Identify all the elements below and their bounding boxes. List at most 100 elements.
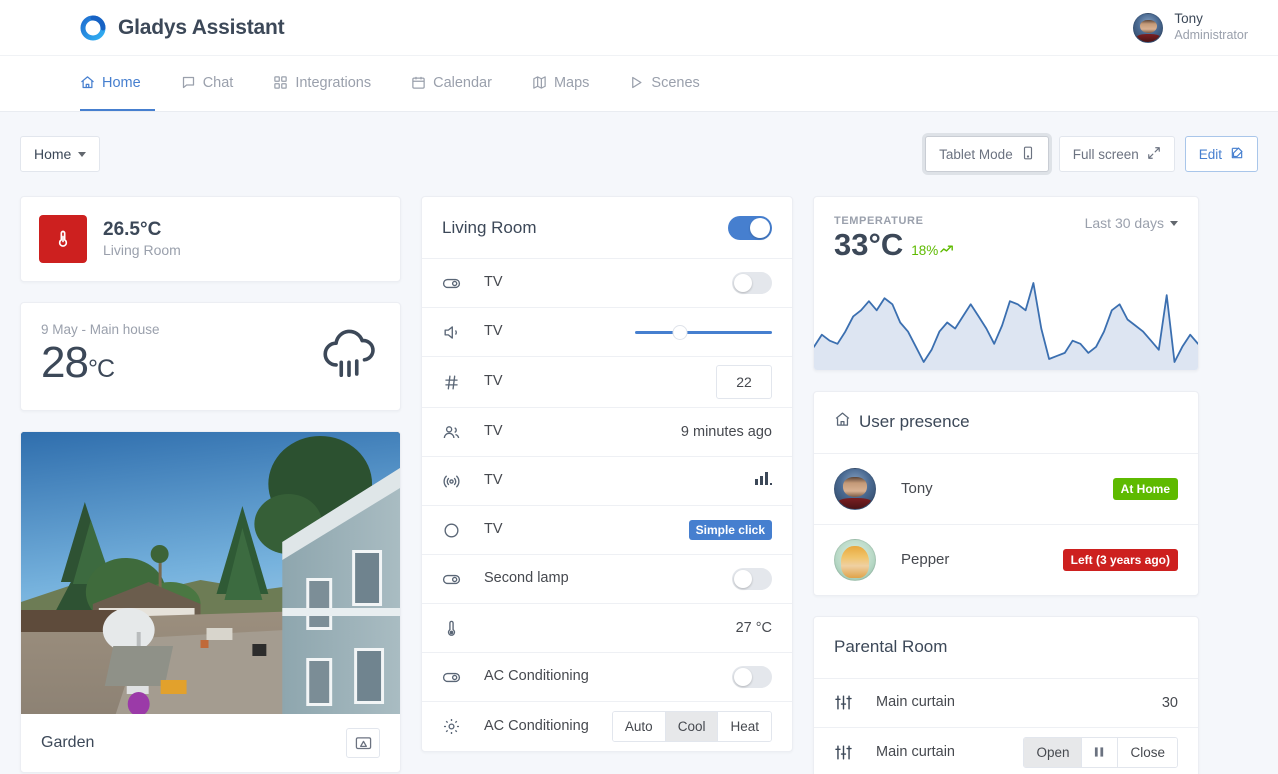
pause-icon[interactable] [1082, 737, 1119, 767]
chart-delta: 18% [911, 243, 955, 259]
nav-item-chat[interactable]: Chat [167, 56, 248, 111]
home-icon [80, 75, 95, 90]
nav-item-home[interactable]: Home [80, 56, 155, 111]
chart-header: TEMPERATURE 33°C 18% Last 30 days [814, 197, 1198, 263]
cast-icon[interactable] [346, 728, 380, 758]
chevron-down-icon [1170, 220, 1178, 226]
presence-row[interactable]: Pepper Left (3 years ago) [814, 525, 1198, 595]
device-toggle[interactable] [732, 568, 772, 590]
toggle-knob [734, 274, 752, 292]
living-room-master-toggle[interactable] [728, 215, 772, 240]
status-badge: Left (3 years ago) [1062, 548, 1178, 571]
user-menu[interactable]: Tony Administrator [1133, 11, 1248, 44]
number-input[interactable]: 22 [716, 365, 772, 399]
dashboard-selector[interactable]: Home [20, 136, 101, 172]
device-label: TV [484, 472, 503, 489]
top-header: Gladys Assistant Tony Administrator [0, 0, 1278, 56]
device-control [732, 666, 772, 688]
user-role: Administrator [1174, 28, 1248, 43]
weather-temp-value: 28 [41, 337, 89, 387]
chat-icon [181, 75, 196, 90]
camera-name: Garden [41, 734, 95, 751]
temperature-room: Living Room [103, 242, 181, 259]
device-row: Second lamp [422, 555, 792, 604]
device-control: 27 °C [736, 620, 772, 636]
device-control: 22 [716, 365, 772, 399]
chart-summary: TEMPERATURE 33°C 18% [834, 215, 1085, 263]
slider-knob[interactable] [672, 324, 688, 340]
nav-item-scenes[interactable]: Scenes [615, 56, 713, 111]
ac-mode-heat[interactable]: Heat [718, 712, 771, 741]
dashboard-selector-label: Home [34, 146, 72, 162]
device-row: Main curtain 30 [814, 679, 1198, 728]
sliders-icon [834, 693, 876, 712]
weather-tile[interactable]: 9 May - Main house 28°C [21, 303, 400, 410]
device-value: 27 °C [735, 620, 772, 636]
broadcast-icon [442, 472, 484, 491]
presence-title: User presence [859, 412, 970, 432]
signal-bars-icon [755, 471, 772, 491]
toggle-knob [734, 668, 752, 686]
dashboard-page: Home Tablet Mode Full screen Edit 26.5°C… [0, 112, 1278, 774]
slider-track [635, 330, 772, 334]
temperature-chart-card: TEMPERATURE 33°C 18% Last 30 days [813, 196, 1199, 371]
user-info: Tony Administrator [1174, 11, 1248, 44]
nav-item-maps[interactable]: Maps [518, 56, 603, 111]
device-value: 9 minutes ago [680, 424, 772, 440]
chart-delta-text: 18% [911, 243, 939, 258]
chart-value: 33°C [834, 227, 904, 262]
user-presence-card: User presence Tony At Home Pepper Left (… [813, 390, 1199, 596]
temperature-tile[interactable]: 26.5°C Living Room [21, 197, 400, 281]
nav-item-integrations[interactable]: Integrations [259, 56, 385, 111]
brand[interactable]: Gladys Assistant [80, 15, 285, 41]
device-label: TV [484, 423, 503, 440]
presence-name: Pepper [901, 551, 950, 569]
chart-range-selector[interactable]: Last 30 days [1085, 215, 1178, 231]
device-row: TV Simple click [422, 506, 792, 555]
device-row: TV [422, 308, 792, 357]
switch-icon [442, 570, 484, 589]
device-toggle[interactable] [732, 666, 772, 688]
simple-click-badge[interactable]: Simple click [688, 520, 772, 540]
presence-name: Tony [901, 480, 933, 498]
device-control [732, 272, 772, 294]
nav-label-maps: Maps [553, 74, 590, 91]
temperature-tile-text: 26.5°C Living Room [103, 218, 181, 261]
brand-title: Gladys Assistant [118, 15, 285, 39]
device-toggle[interactable] [732, 272, 772, 294]
curtain-open-button[interactable]: Open [1024, 737, 1083, 767]
status-badge: At Home [1112, 477, 1178, 500]
full-screen-label: Full screen [1072, 146, 1139, 162]
map-icon [532, 75, 547, 90]
device-control [732, 568, 772, 590]
device-label: Main curtain [876, 743, 955, 760]
volume-slider[interactable] [635, 321, 772, 343]
parental-room-title: Parental Room [834, 637, 948, 657]
full-screen-button[interactable]: Full screen [1058, 136, 1175, 172]
chart-plot [814, 275, 1198, 370]
device-control: 9 minutes ago [681, 424, 772, 440]
column-left: 26.5°C Living Room 9 May - Main house 28… [20, 196, 401, 773]
device-control: Simple click [688, 520, 772, 540]
weather-date: 9 May - Main house [41, 321, 160, 337]
ac-mode-auto[interactable]: Auto [612, 712, 666, 741]
weather-temperature: 28°C [41, 337, 318, 387]
ac-mode-cool[interactable]: Cool [665, 712, 719, 741]
thermometer-icon [442, 619, 484, 638]
camera-image[interactable] [21, 432, 400, 714]
curtain-segmented: Open Close [1023, 736, 1178, 768]
weather-temp-unit: °C [87, 354, 115, 383]
people-icon [442, 423, 484, 442]
curtain-close-button[interactable]: Close [1118, 737, 1177, 767]
thermometer-icon [39, 215, 87, 263]
weather-card: 9 May - Main house 28°C [20, 302, 401, 411]
column-right: TEMPERATURE 33°C 18% Last 30 days User p… [813, 196, 1199, 774]
parental-room-header: Parental Room [814, 617, 1198, 679]
tablet-mode-button[interactable]: Tablet Mode [925, 136, 1049, 172]
edit-button[interactable]: Edit [1184, 136, 1258, 172]
device-control [635, 321, 772, 343]
living-room-header: Living Room [422, 197, 792, 259]
nav-item-calendar[interactable]: Calendar [397, 56, 506, 111]
avatar [834, 538, 876, 581]
presence-row[interactable]: Tony At Home [814, 454, 1198, 525]
